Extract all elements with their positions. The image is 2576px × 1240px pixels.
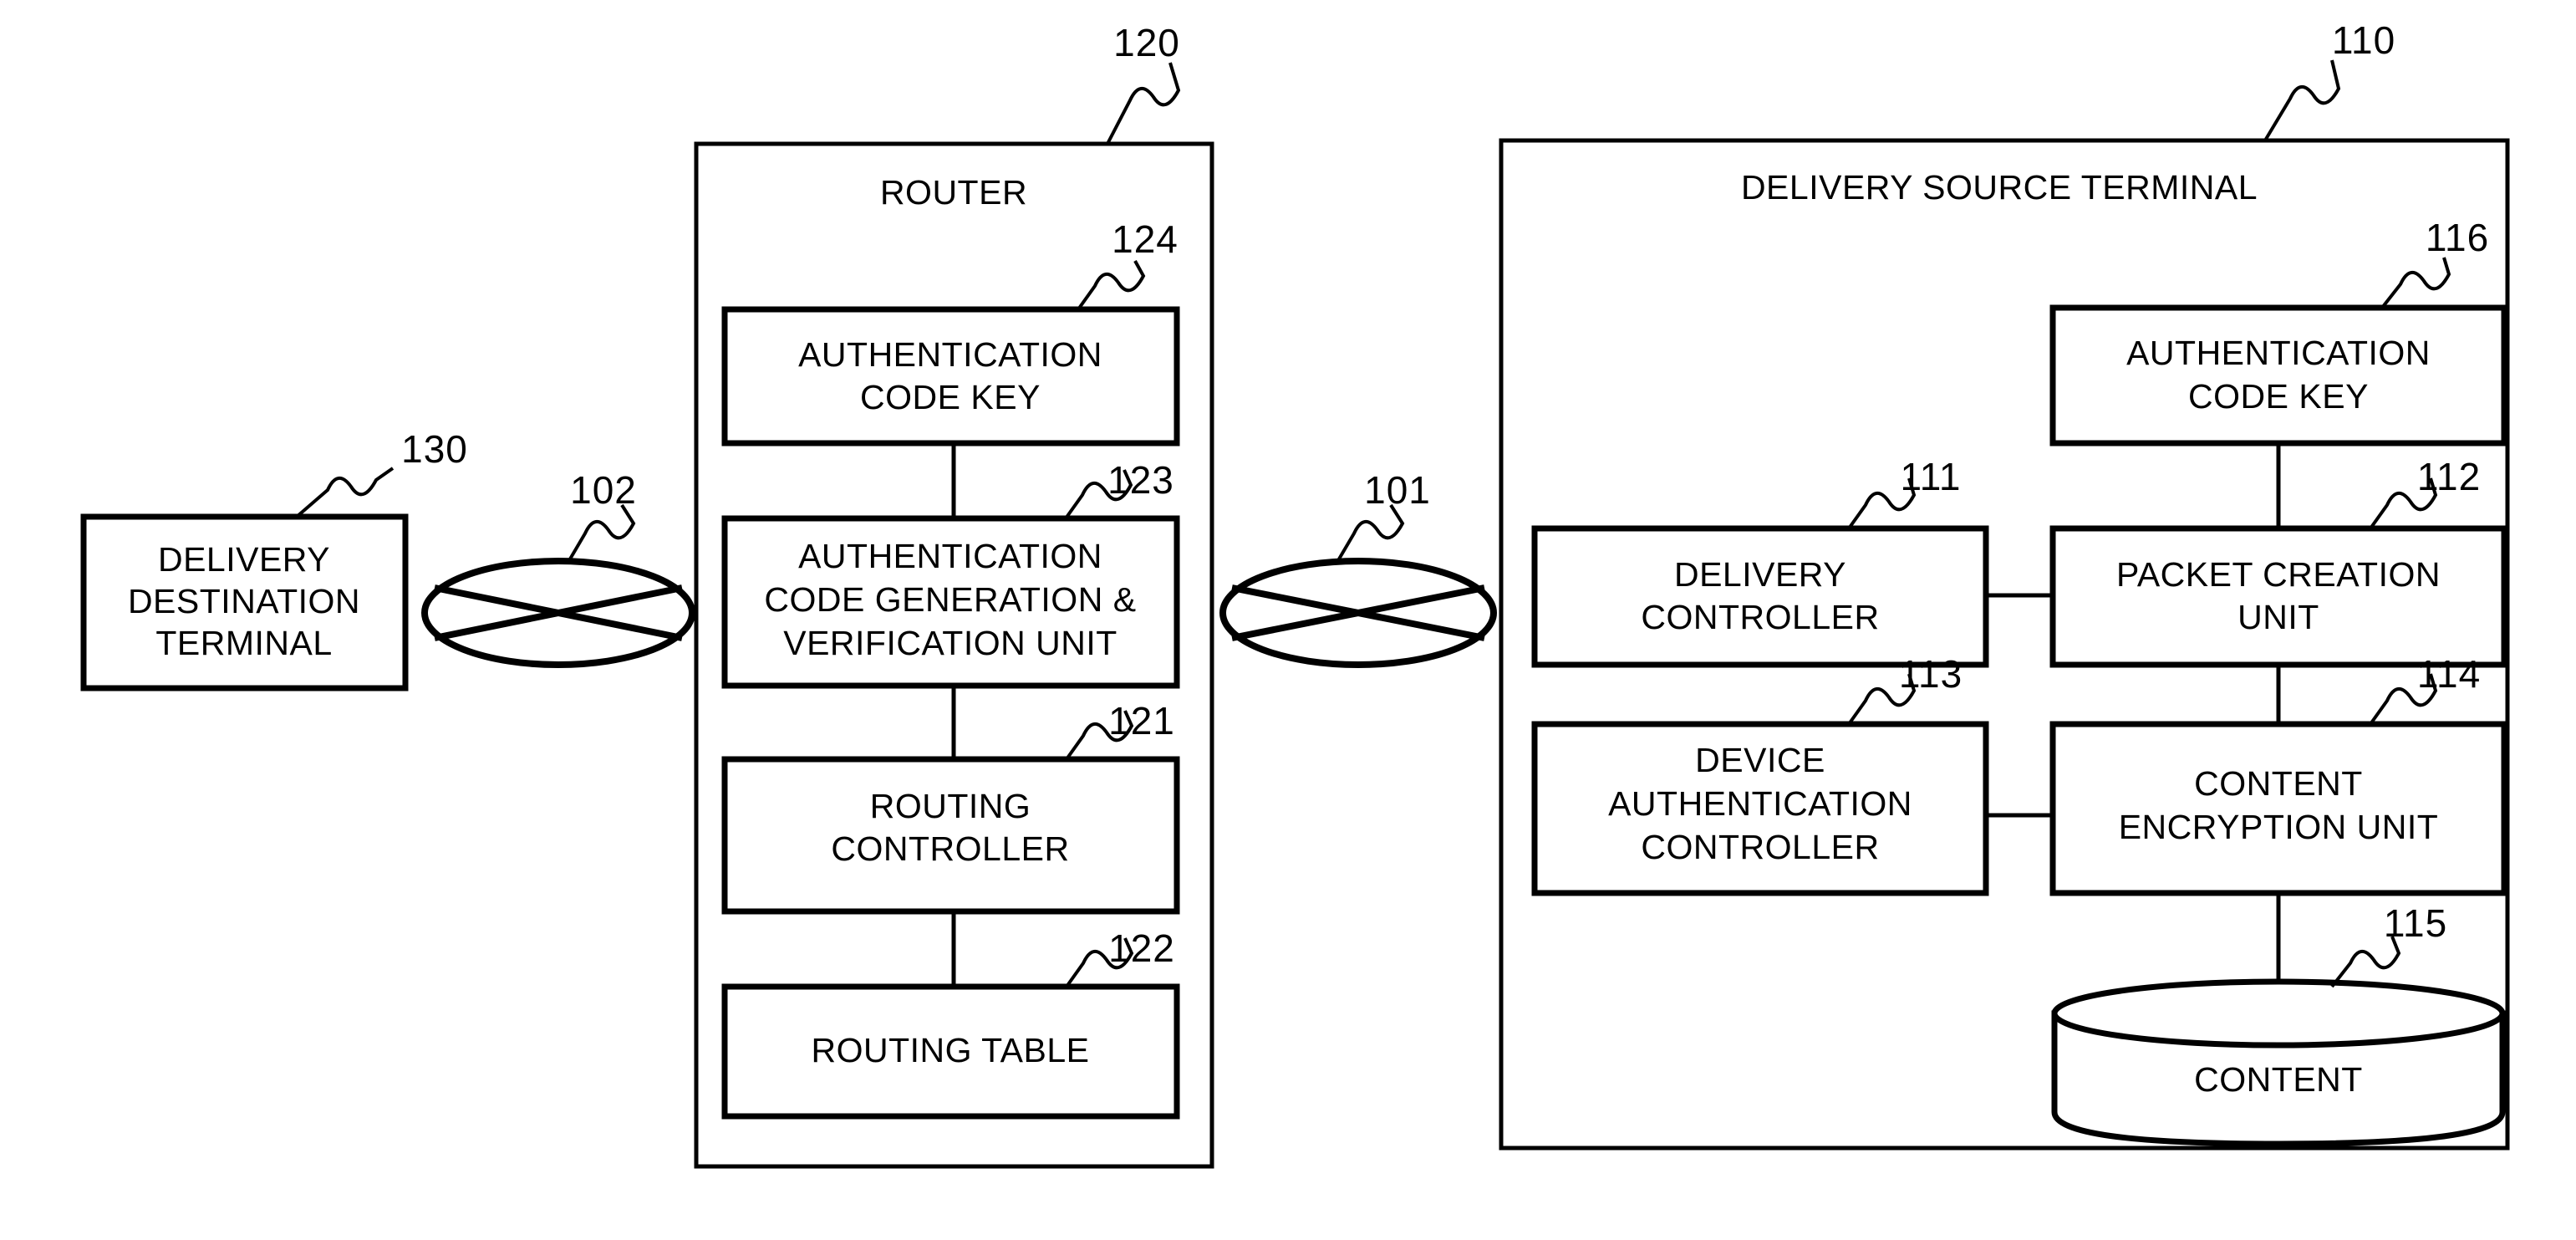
router-auth-code-gen-verify-line1: AUTHENTICATION (798, 537, 1102, 575)
network-cloud-icon-101[interactable]: 101 (1219, 468, 1497, 668)
source-auth-code-key-line2: CODE KEY (2188, 377, 2369, 416)
content-encryption-unit-ref: 114 (2417, 652, 2481, 696)
router-auth-code-key-ref: 124 (1112, 217, 1179, 261)
content-store-ref: 115 (2384, 901, 2447, 945)
delivery-destination-terminal-label-line3: TERMINAL (155, 624, 332, 662)
source-auth-code-key-box[interactable] (2049, 304, 2507, 447)
network-102-ref-leader (567, 503, 636, 564)
delivery-source-terminal-ref-leader (2263, 59, 2341, 142)
patent-figure: DELIVERY DESTINATION TERMINAL 130 102 RO… (0, 0, 2576, 1240)
packet-creation-unit-box[interactable] (2049, 525, 2507, 668)
router-ref: 120 (1113, 21, 1180, 64)
router-ref-leader (1106, 62, 1181, 145)
source-auth-code-key-line1: AUTHENTICATION (2126, 334, 2431, 372)
router-auth-code-key-line1: AUTHENTICATION (798, 335, 1102, 374)
router-auth-code-gen-verify-line3: VERIFICATION UNIT (783, 624, 1117, 662)
content-store-label: CONTENT (2194, 1060, 2363, 1099)
network-cloud-icon-102[interactable]: 102 (421, 468, 695, 668)
routing-controller-line1: ROUTING (870, 787, 1031, 825)
content-encryption-unit-line2: ENCRYPTION UNIT (2119, 808, 2439, 846)
routing-table-ref: 122 (1108, 926, 1175, 970)
source-auth-code-key-ref: 116 (2426, 216, 2489, 259)
device-authentication-controller-ref: 113 (1899, 652, 1963, 696)
delivery-destination-terminal-ref: 130 (401, 427, 468, 471)
delivery-controller-line1: DELIVERY (1674, 555, 1846, 594)
device-authentication-controller-line3: CONTROLLER (1641, 828, 1879, 866)
router-title: ROUTER (880, 173, 1027, 212)
packet-creation-unit-ref: 112 (2417, 455, 2481, 498)
delivery-controller-line2: CONTROLLER (1641, 598, 1879, 636)
routing-controller-ref: 121 (1108, 699, 1175, 742)
network-101-ref: 101 (1364, 468, 1431, 512)
network-101-ref-leader (1336, 503, 1405, 564)
node-delivery-destination-terminal[interactable]: DELIVERY DESTINATION TERMINAL 130 (80, 427, 468, 691)
delivery-controller-box[interactable] (1531, 525, 1989, 668)
router-auth-code-key-line2: CODE KEY (860, 378, 1041, 416)
router-auth-code-gen-verify-line2: CODE GENERATION & (764, 580, 1136, 619)
delivery-controller-ref: 111 (1901, 455, 1962, 498)
delivery-source-terminal-ref: 110 (2332, 18, 2395, 62)
routing-table-label: ROUTING TABLE (811, 1031, 1089, 1069)
packet-creation-unit-line2: UNIT (2237, 598, 2319, 636)
delivery-destination-terminal-label-line2: DESTINATION (128, 582, 360, 620)
packet-creation-unit-line1: PACKET CREATION (2116, 555, 2441, 594)
delivery-destination-terminal-label-line1: DELIVERY (158, 540, 330, 579)
router-auth-code-key-box[interactable] (721, 306, 1180, 447)
delivery-destination-terminal-ref-leader (295, 467, 395, 518)
diagram-canvas: DELIVERY DESTINATION TERMINAL 130 102 RO… (80, 18, 2510, 1169)
device-authentication-controller-line1: DEVICE (1695, 741, 1825, 779)
content-encryption-unit-line1: CONTENT (2194, 764, 2363, 803)
router-auth-code-gen-verify-ref: 123 (1107, 458, 1174, 502)
delivery-source-terminal-title: DELIVERY SOURCE TERMINAL (1741, 168, 2258, 207)
database-cylinder-icon-top (2051, 978, 2506, 1049)
network-102-ref: 102 (570, 468, 637, 512)
device-authentication-controller-line2: AUTHENTICATION (1608, 784, 1912, 823)
routing-controller-line2: CONTROLLER (831, 829, 1069, 868)
